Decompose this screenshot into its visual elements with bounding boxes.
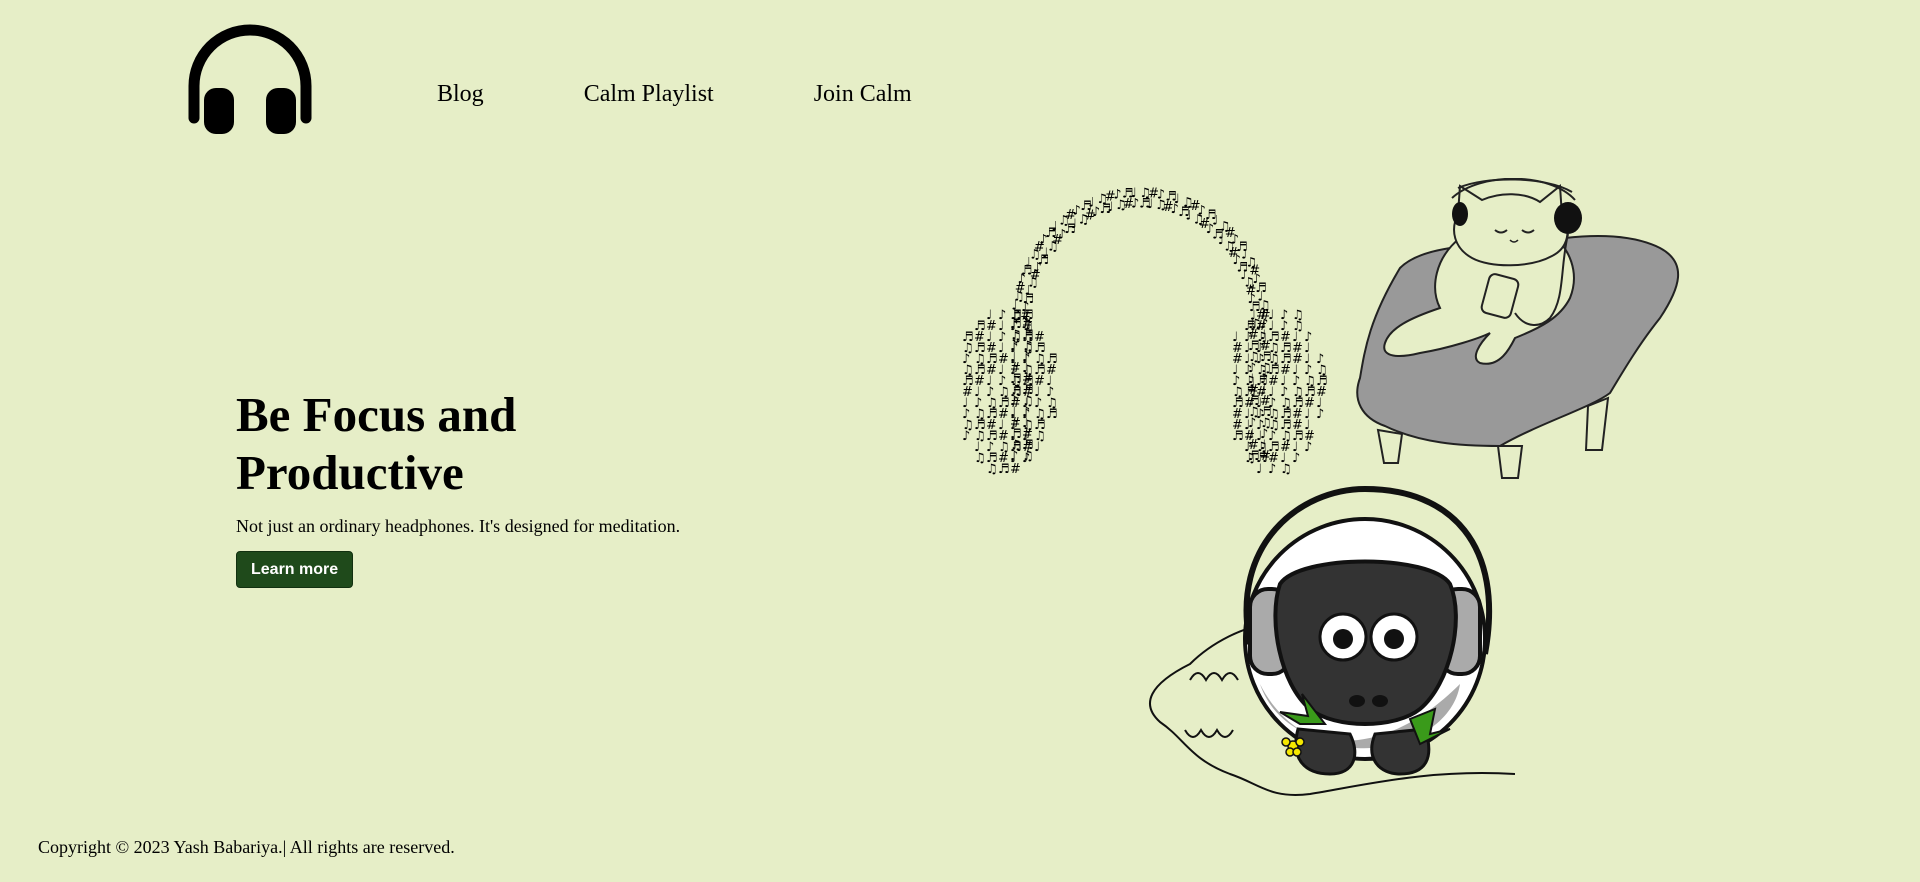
svg-text:♬: ♬: [998, 462, 1010, 477]
svg-text:♪: ♪: [1316, 407, 1324, 422]
svg-text:♪: ♪: [1304, 440, 1312, 455]
hero-subtitle: Not just an ordinary headphones. It's de…: [236, 516, 681, 536]
sheep-with-headphones-illustration: [1149, 485, 1515, 796]
svg-text:♩: ♩: [1071, 217, 1077, 232]
svg-text:♪: ♪: [962, 429, 970, 444]
main-nav: Blog Calm Playlist Join Calm: [437, 76, 912, 112]
nav-link-calm-playlist[interactable]: Calm Playlist: [584, 76, 714, 112]
page: Blog Calm Playlist Join Calm Be Focus an…: [0, 0, 1920, 882]
svg-text:♩: ♩: [1256, 462, 1262, 477]
hero-title: Be Focus and Productive: [236, 387, 517, 500]
svg-text:♬: ♬: [1046, 407, 1058, 422]
svg-text:♩: ♩: [1034, 440, 1040, 455]
svg-text:♫: ♫: [986, 462, 998, 477]
svg-text:♩: ♩: [1147, 197, 1153, 212]
svg-text:♪: ♪: [1292, 451, 1300, 466]
svg-text:♪: ♪: [1268, 462, 1276, 477]
svg-text:♫: ♫: [1244, 451, 1256, 466]
svg-text:♫: ♫: [974, 451, 986, 466]
svg-text:♩: ♩: [1185, 209, 1191, 224]
music-notes-headphones-illustration: ♪ ♫♬#♩ ♪♫♬#♩♪ ♫♬#♩ ♪♫♬#♩♪ ♫♬#♩♪♫♬#♩♪♫♬#♩♪♫♬#♩…: [962, 186, 1328, 477]
nav-link-blog[interactable]: Blog: [437, 76, 484, 112]
footer-copyright: Copyright © 2023 Yash Babariya.| All rig…: [38, 837, 455, 857]
svg-text:♪: ♪: [1022, 451, 1030, 466]
headphones-icon[interactable]: [186, 22, 314, 136]
svg-text:♫: ♫: [1280, 462, 1292, 477]
cat-with-headphones-illustration: [1356, 178, 1679, 479]
svg-text:♬: ♬: [1232, 429, 1244, 444]
hero-section: Be Focus and Productive Not just an ordi…: [236, 386, 796, 588]
svg-text:♩: ♩: [1051, 220, 1057, 235]
nav-link-join-calm[interactable]: Join Calm: [814, 76, 912, 112]
svg-text:#: #: [1010, 462, 1021, 477]
learn-more-button[interactable]: Learn more: [236, 551, 354, 588]
